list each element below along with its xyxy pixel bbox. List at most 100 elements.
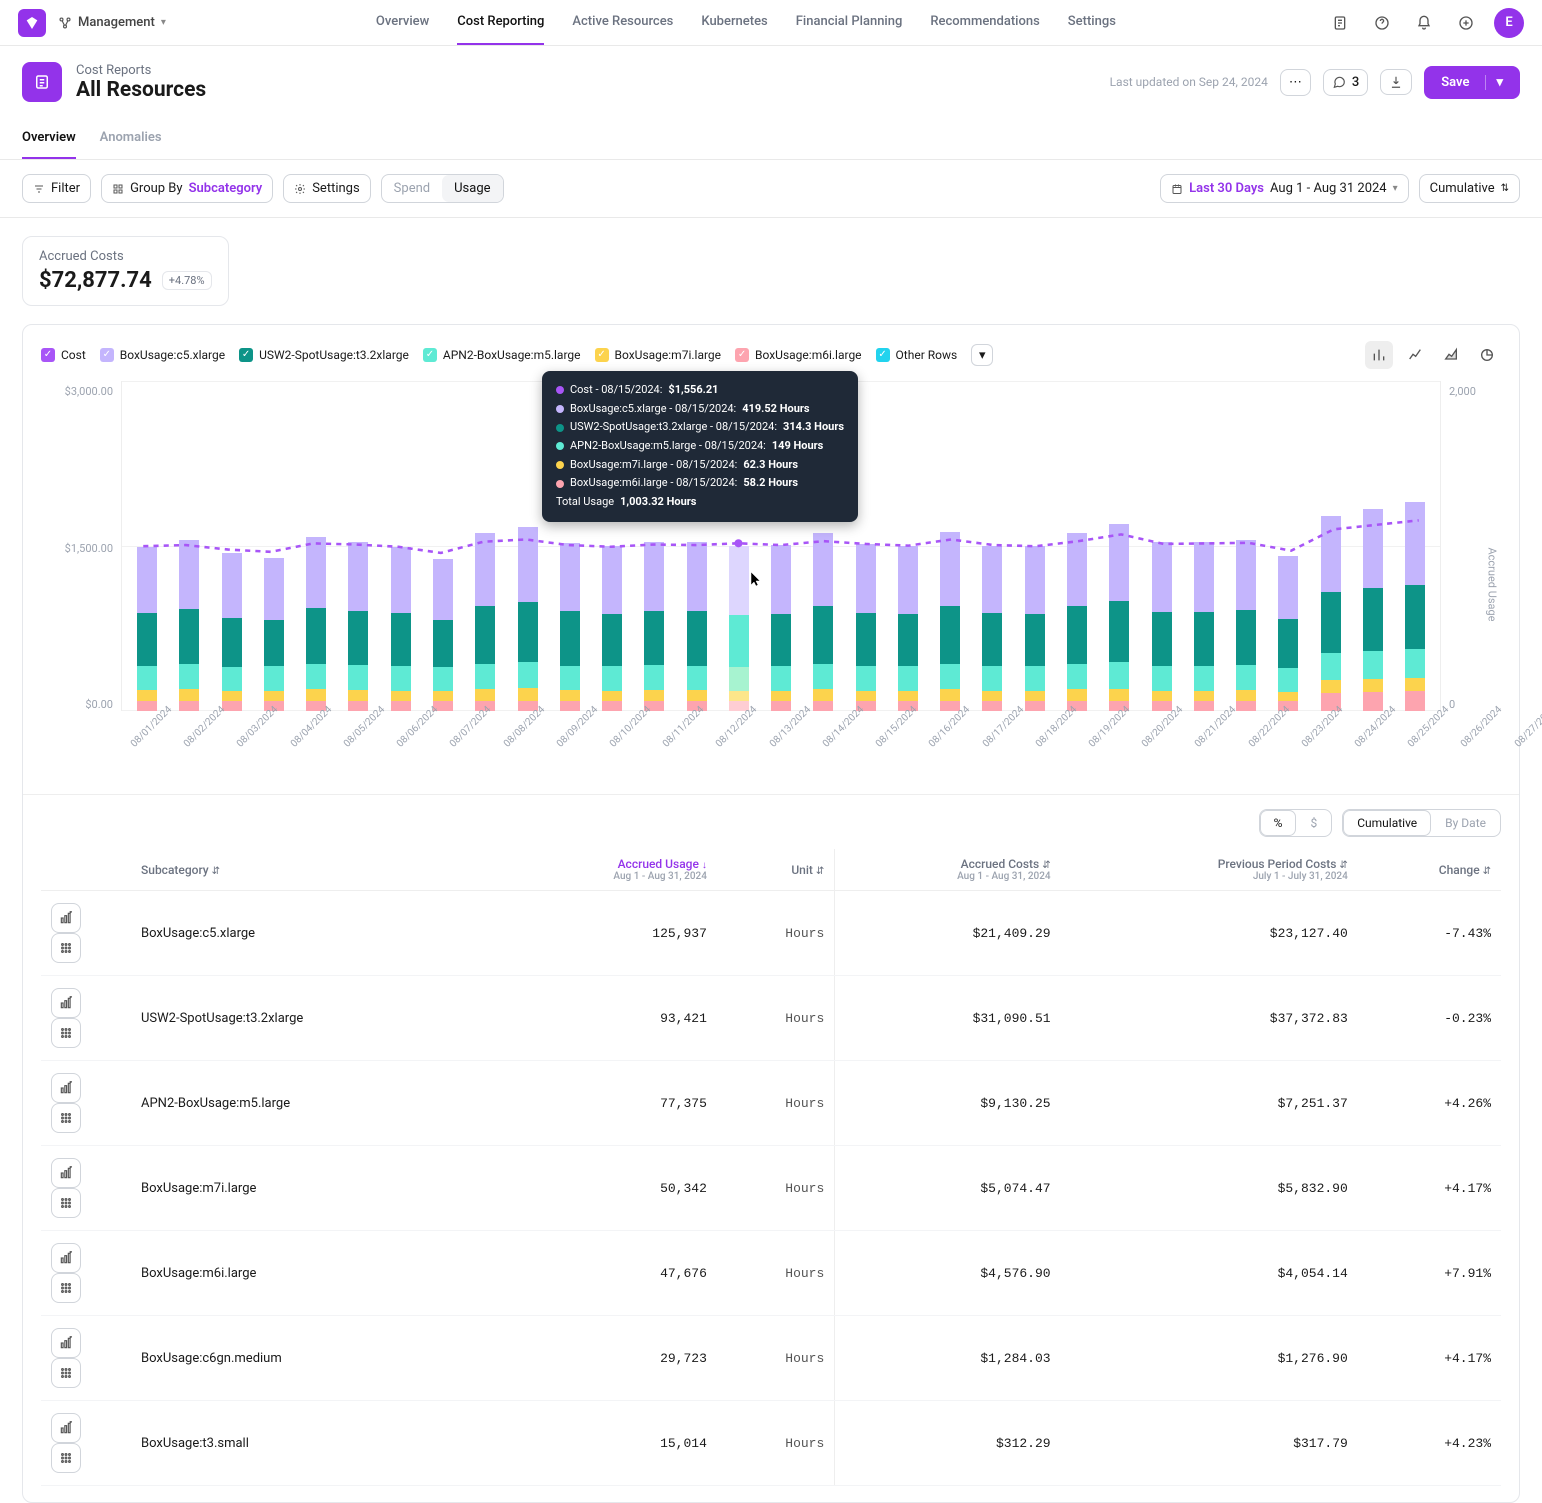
cumulative-tab[interactable]: Cumulative — [1343, 810, 1431, 836]
cell-change: +4.23% — [1358, 1401, 1501, 1486]
legend-more-button[interactable]: ▾ — [971, 344, 993, 366]
grid-button[interactable] — [51, 1273, 81, 1303]
cell-subcategory: BoxUsage:c5.xlarge — [131, 891, 492, 976]
subtab-overview[interactable]: Overview — [22, 118, 76, 159]
settings-button[interactable]: Settings — [283, 174, 370, 203]
area-chart-tool[interactable] — [1437, 341, 1465, 369]
sort-icon: ⇵ — [816, 866, 824, 877]
table-row: BoxUsage:t3.small 15,014 Hours $312.29 $… — [41, 1401, 1501, 1486]
more-menu-button[interactable]: ⋯ — [1280, 69, 1311, 96]
spend-usage-toggle[interactable]: Spend Usage — [381, 174, 504, 203]
col-previous-costs[interactable]: Previous Period Costs ⇵ July 1 - July 31… — [1061, 849, 1358, 891]
cell-prev: $317.79 — [1061, 1401, 1358, 1486]
legend-label: APN2-BoxUsage:m5.large — [443, 348, 581, 362]
filter-button[interactable]: Filter — [22, 174, 91, 203]
drill-down-button[interactable] — [51, 988, 81, 1018]
col-subcategory[interactable]: Subcategory ⇵ — [131, 849, 492, 891]
cell-change: +7.91% — [1358, 1231, 1501, 1316]
save-button[interactable]: Save ▾ — [1424, 66, 1520, 99]
cell-subcategory: BoxUsage:c6gn.medium — [131, 1316, 492, 1401]
legend-item[interactable]: Other Rows — [876, 348, 958, 362]
cell-prev: $37,372.83 — [1061, 976, 1358, 1061]
nav-tab-settings[interactable]: Settings — [1068, 0, 1116, 45]
workspace-switcher[interactable]: Management ▾ — [58, 15, 166, 30]
legend-item[interactable]: APN2-BoxUsage:m5.large — [423, 348, 581, 362]
grid-button[interactable] — [51, 1188, 81, 1218]
chevron-down-icon: ▾ — [1485, 75, 1503, 90]
col-accrued-costs[interactable]: Accrued Costs ⇵ Aug 1 - Aug 31, 2024 — [835, 849, 1061, 891]
grid-button[interactable] — [51, 1443, 81, 1473]
legend-item[interactable]: Cost — [41, 348, 86, 362]
drill-down-button[interactable] — [51, 1073, 81, 1103]
drill-down-button[interactable] — [51, 903, 81, 933]
nav-tab-recommendations[interactable]: Recommendations — [930, 0, 1039, 45]
bydate-tab[interactable]: By Date — [1431, 810, 1500, 836]
legend-swatch — [239, 348, 253, 362]
col-accrued-usage[interactable]: Accrued Usage ↓ Aug 1 - Aug 31, 2024 — [492, 849, 717, 891]
cell-unit: Hours — [717, 1231, 835, 1316]
nav-tab-kubernetes[interactable]: Kubernetes — [701, 0, 767, 45]
nav-tab-financial-planning[interactable]: Financial Planning — [796, 0, 903, 45]
drill-down-button[interactable] — [51, 1243, 81, 1273]
breadcrumb[interactable]: Cost Reports — [76, 63, 206, 78]
nav-tab-active-resources[interactable]: Active Resources — [572, 0, 673, 45]
col-unit[interactable]: Unit ⇵ — [717, 849, 835, 891]
table-row: BoxUsage:c6gn.medium 29,723 Hours $1,284… — [41, 1316, 1501, 1401]
cell-cost: $312.29 — [835, 1401, 1061, 1486]
col-change[interactable]: Change ⇵ — [1358, 849, 1501, 891]
chart-plot[interactable]: Cost - 08/15/2024: $1,556.21BoxUsage:c5.… — [121, 381, 1441, 711]
sort-icon: ⇵ — [1339, 860, 1347, 871]
subtab-anomalies[interactable]: Anomalies — [100, 118, 162, 159]
cell-prev: $23,127.40 — [1061, 891, 1358, 976]
cumulative-bydate-toggle[interactable]: Cumulative By Date — [1342, 809, 1501, 837]
grid-button[interactable] — [51, 1358, 81, 1388]
accrued-costs-delta: +4.78% — [162, 271, 212, 290]
sort-icon: ⇵ — [212, 866, 220, 877]
drill-down-button[interactable] — [51, 1413, 81, 1443]
grid-button[interactable] — [51, 933, 81, 963]
comments-button[interactable]: 3 — [1323, 69, 1368, 96]
grid-button[interactable] — [51, 1018, 81, 1048]
legend-item[interactable]: BoxUsage:c5.xlarge — [100, 348, 225, 362]
pie-chart-tool[interactable] — [1473, 341, 1501, 369]
download-button[interactable] — [1380, 69, 1412, 95]
nav-tab-overview[interactable]: Overview — [376, 0, 429, 45]
bell-icon[interactable] — [1410, 9, 1438, 37]
add-icon[interactable] — [1452, 9, 1480, 37]
document-icon — [22, 62, 62, 102]
legend-item[interactable]: USW2-SpotUsage:t3.2xlarge — [239, 348, 409, 362]
range-label: Last 30 Days — [1189, 181, 1264, 196]
spend-toggle[interactable]: Spend — [382, 175, 442, 202]
mouse-cursor-icon — [750, 571, 762, 587]
last-updated: Last updated on Sep 24, 2024 — [1110, 75, 1268, 89]
cumulative-toggle[interactable]: Cumulative ⇅ — [1419, 174, 1520, 203]
bar-chart-tool[interactable] — [1365, 341, 1393, 369]
cell-subcategory: BoxUsage:t3.small — [131, 1401, 492, 1486]
legend-item[interactable]: BoxUsage:m6i.large — [735, 348, 862, 362]
app-logo[interactable] — [18, 9, 46, 37]
dollar-toggle[interactable]: $ — [1296, 810, 1331, 836]
drill-down-button[interactable] — [51, 1328, 81, 1358]
date-range-picker[interactable]: Last 30 Days Aug 1 - Aug 31 2024 ▾ — [1160, 174, 1409, 203]
drill-down-button[interactable] — [51, 1158, 81, 1188]
report-icon[interactable] — [1326, 9, 1354, 37]
avatar[interactable]: E — [1494, 8, 1524, 38]
cell-change: +4.17% — [1358, 1316, 1501, 1401]
pct-dollar-toggle[interactable]: % $ — [1259, 809, 1333, 837]
pct-toggle[interactable]: % — [1260, 810, 1297, 836]
help-icon[interactable] — [1368, 9, 1396, 37]
line-chart-tool[interactable] — [1401, 341, 1429, 369]
group-by-label: Group By — [130, 181, 183, 196]
legend-label: BoxUsage:m7i.large — [615, 348, 722, 362]
usage-toggle[interactable]: Usage — [442, 175, 502, 202]
cell-unit: Hours — [717, 1061, 835, 1146]
table-row: USW2-SpotUsage:t3.2xlarge 93,421 Hours $… — [41, 976, 1501, 1061]
grid-button[interactable] — [51, 1103, 81, 1133]
cell-change: -0.23% — [1358, 976, 1501, 1061]
legend-item[interactable]: BoxUsage:m7i.large — [595, 348, 722, 362]
cell-cost: $9,130.25 — [835, 1061, 1061, 1146]
cell-prev: $4,054.14 — [1061, 1231, 1358, 1316]
group-by-button[interactable]: Group By Subcategory — [101, 174, 273, 203]
nav-tab-cost-reporting[interactable]: Cost Reporting — [457, 0, 544, 45]
y2-axis-label: Accrued Usage — [1485, 547, 1498, 621]
